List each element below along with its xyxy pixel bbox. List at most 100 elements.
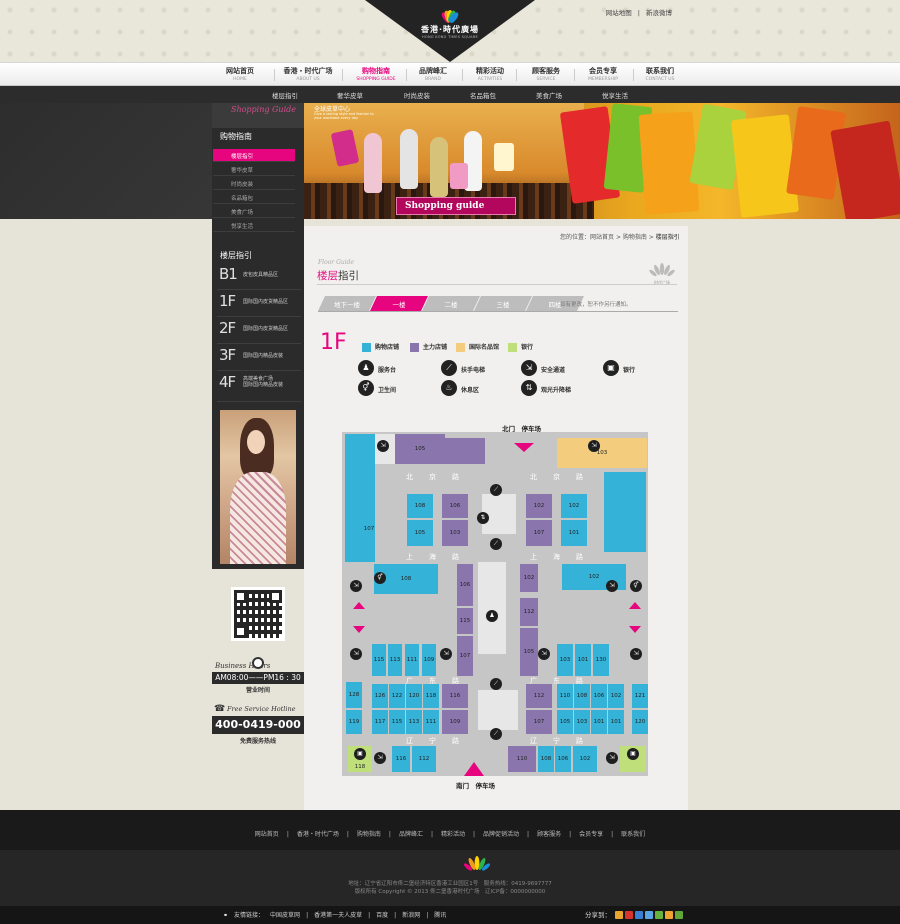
friend-link[interactable]: 中国皮草网 — [270, 912, 300, 919]
footer-link-guide[interactable]: 购物指南 — [357, 831, 381, 838]
share-kaixin-icon[interactable] — [665, 911, 674, 919]
unit[interactable]: 108 — [407, 494, 433, 518]
crumb-guide[interactable]: 购物指南 — [623, 234, 647, 241]
unit[interactable]: 108 — [574, 684, 590, 708]
sidebar-item-floor-guide[interactable]: 楼层指引 — [213, 149, 295, 162]
unit[interactable]: 115 — [457, 608, 473, 634]
nav-home[interactable]: 网站首页 HOME — [209, 66, 271, 82]
subnav-lifestyle[interactable]: 悦享生活 — [602, 90, 628, 100]
unit[interactable]: 121 — [632, 684, 648, 708]
nav-membership[interactable]: 会员专享 MEMBERSHIP — [572, 66, 634, 82]
unit[interactable]: 120 — [632, 710, 648, 734]
site-logo[interactable]: 香港·時代廣場 HONG KONG TIMES SQUARE — [410, 8, 490, 39]
sidebar-item-leather[interactable]: 时尚皮装 — [213, 177, 295, 190]
unit[interactable]: 117 — [372, 710, 388, 734]
unit[interactable]: 106 — [442, 494, 468, 518]
unit[interactable]: 108 — [538, 746, 554, 772]
unit[interactable]: 118 — [423, 684, 439, 708]
sidebar-item-food[interactable]: 美食广场 — [213, 205, 295, 218]
tab-1f[interactable]: 一楼 — [370, 296, 428, 311]
share-renren-icon[interactable] — [645, 911, 654, 919]
unit[interactable]: 111 — [423, 710, 439, 734]
unit[interactable]: 130 — [593, 644, 609, 676]
unit[interactable]: 128 — [346, 682, 362, 708]
unit[interactable]: 112 — [520, 598, 538, 626]
unit[interactable]: 107 — [526, 710, 552, 734]
unit[interactable]: 101 — [561, 520, 587, 546]
unit[interactable]: 103 — [574, 710, 590, 734]
unit[interactable]: 102 — [608, 684, 624, 708]
subnav-floor-guide[interactable]: 楼层指引 — [272, 90, 298, 100]
unit[interactable]: 102 — [573, 746, 597, 772]
nav-activities[interactable]: 精彩活动 ACTIVITIES — [459, 66, 521, 82]
unit[interactable]: 103 — [557, 644, 573, 676]
tab-3f[interactable]: 三楼 — [474, 296, 532, 311]
sitemap-link[interactable]: 网站地图 — [606, 9, 632, 17]
unit[interactable]: 116 — [442, 684, 468, 708]
share-tencent-icon[interactable] — [635, 911, 644, 919]
unit[interactable]: 115 — [389, 710, 405, 734]
floor-link-b1[interactable]: B1 皮包皮具精品区 — [217, 264, 301, 290]
subnav-leather[interactable]: 时尚皮装 — [404, 90, 430, 100]
unit[interactable]: 110 — [508, 746, 536, 772]
nav-brand[interactable]: 品牌峰汇 BRAND — [402, 66, 464, 82]
unit[interactable]: 103 — [557, 438, 647, 468]
share-douban-icon[interactable] — [655, 911, 664, 919]
unit[interactable]: 105 — [557, 710, 573, 734]
footer-link-activities[interactable]: 精彩活动 — [441, 831, 465, 838]
unit[interactable]: 112 — [412, 746, 436, 772]
unit[interactable]: 113 — [388, 644, 402, 676]
footer-link-contact[interactable]: 联系我们 — [621, 831, 645, 838]
friend-link[interactable]: 腾讯 — [434, 912, 446, 919]
crumb-home[interactable]: 网站首页 — [590, 234, 614, 241]
footer-link-promotions[interactable]: 品牌促销活动 — [483, 831, 519, 838]
unit[interactable]: 106 — [457, 564, 473, 606]
unit[interactable]: 115 — [372, 644, 386, 676]
footer-link-membership[interactable]: 会员专享 — [579, 831, 603, 838]
unit[interactable]: 113 — [406, 710, 422, 734]
unit[interactable]: 101 — [591, 710, 607, 734]
unit[interactable]: 122 — [389, 684, 405, 708]
unit[interactable]: 120 — [406, 684, 422, 708]
unit[interactable]: 107 — [345, 498, 393, 560]
unit[interactable]: 109 — [442, 710, 468, 734]
nav-about[interactable]: 香港・时代广场 ABOUT US — [277, 66, 339, 82]
unit[interactable]: 116 — [392, 746, 410, 772]
tab-2f[interactable]: 二楼 — [422, 296, 480, 311]
subnav-bags[interactable]: 名品箱包 — [470, 90, 496, 100]
unit[interactable]: 107 — [457, 636, 473, 676]
unit[interactable]: 119 — [346, 710, 362, 734]
unit[interactable]: 102 — [520, 564, 538, 592]
share-qzone-icon[interactable] — [615, 911, 624, 919]
unit[interactable]: 126 — [372, 684, 388, 708]
unit[interactable]: 107 — [526, 520, 552, 546]
unit[interactable]: 102 — [526, 494, 552, 518]
unit[interactable]: 101 — [575, 644, 591, 676]
floor-link-1f[interactable]: 1F 国际国内皮货精品区 — [217, 291, 301, 317]
share-weibo-icon[interactable] — [625, 911, 634, 919]
unit[interactable]: 105 — [395, 434, 445, 464]
footer-link-service[interactable]: 顾客服务 — [537, 831, 561, 838]
unit[interactable]: 103 — [442, 520, 468, 546]
subnav-food[interactable]: 美食广场 — [536, 90, 562, 100]
friend-link[interactable]: 新浪网 — [402, 912, 420, 919]
footer-link-brand[interactable]: 品牌峰汇 — [399, 831, 423, 838]
unit[interactable]: 110 — [557, 684, 573, 708]
subnav-fur[interactable]: 奢华皮草 — [337, 90, 363, 100]
sidebar-item-bags[interactable]: 名品箱包 — [213, 191, 295, 204]
unit[interactable]: 111 — [405, 644, 419, 676]
unit[interactable]: 105 — [407, 520, 433, 546]
share-more-icon[interactable] — [675, 911, 684, 919]
friend-link[interactable]: 百度 — [376, 912, 388, 919]
footer-link-about[interactable]: 香港・时代广场 — [297, 831, 339, 838]
friend-link[interactable]: 香港第一夫人皮草 — [314, 912, 362, 919]
nav-contact[interactable]: 联系我们 CONTACT US — [629, 66, 691, 82]
footer-link-home[interactable]: 网站首页 — [255, 831, 279, 838]
unit[interactable]: 112 — [526, 684, 552, 708]
weibo-link[interactable]: 新浪微博 — [646, 9, 672, 17]
floor-link-3f[interactable]: 3F 国际国内精品皮装 — [217, 345, 301, 371]
unit[interactable]: 102 — [561, 494, 587, 518]
unit[interactable]: 105 — [520, 628, 538, 676]
sidebar-item-lifestyle[interactable]: 悦享生活 — [213, 219, 295, 232]
hotline-number[interactable]: 400-0419-000 — [212, 716, 304, 734]
